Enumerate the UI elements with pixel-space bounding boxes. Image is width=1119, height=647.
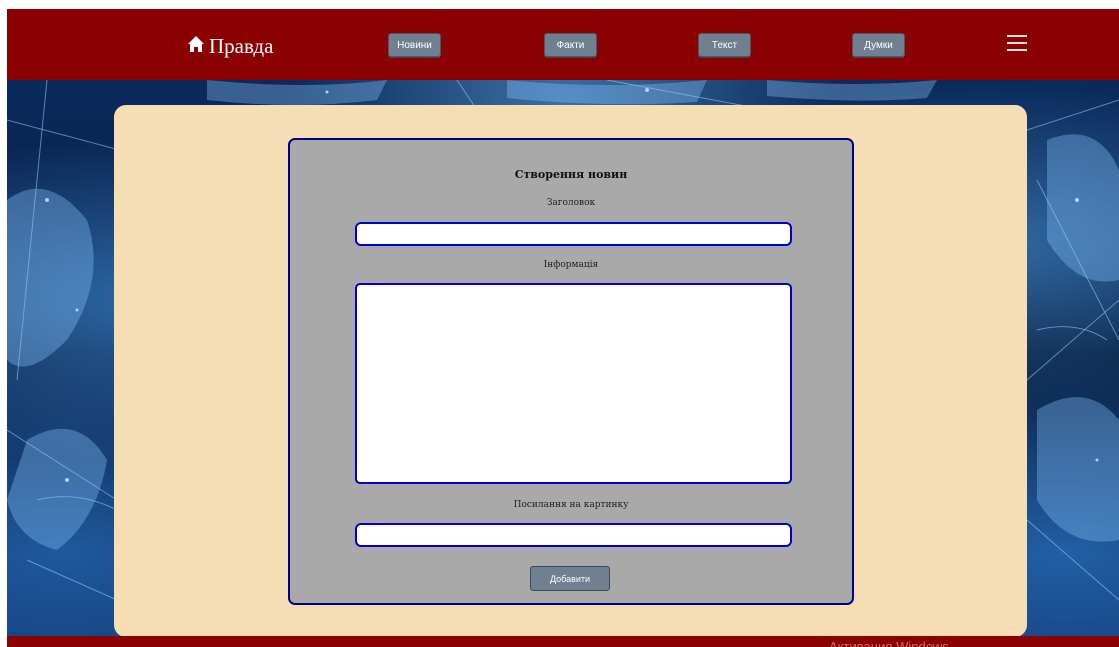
hamburger-menu-icon[interactable]: [1007, 35, 1027, 55]
brand-logo[interactable]: Правда: [187, 33, 273, 59]
headline-input[interactable]: [355, 222, 792, 246]
top-navbar: Правда Новини Факти Текст Думки: [7, 9, 1119, 80]
nav-button-thoughts[interactable]: Думки: [852, 33, 905, 57]
image-link-input[interactable]: [355, 523, 792, 547]
home-icon: [187, 34, 205, 59]
create-news-form: Створення новин Заголовок Інформація Пос…: [288, 138, 854, 605]
content-panel: Створення новин Заголовок Інформація Пос…: [114, 105, 1027, 637]
add-button[interactable]: Добавити: [530, 566, 610, 591]
info-textarea[interactable]: [355, 283, 792, 484]
nav-button-text[interactable]: Текст: [698, 33, 751, 57]
image-link-label: Посилання на картинку: [513, 500, 629, 510]
page: Правда Новини Факти Текст Думки Створенн…: [7, 9, 1119, 647]
info-label: Інформація: [543, 260, 599, 270]
windows-activation-watermark: Активация Windows: [829, 639, 949, 647]
brand-name: Правда: [209, 33, 274, 58]
footer-bar: [7, 636, 1119, 647]
nav-button-news[interactable]: Новини: [388, 33, 441, 57]
nav-button-facts[interactable]: Факти: [544, 33, 597, 57]
headline-label: Заголовок: [546, 198, 596, 208]
form-title: Створення новин: [514, 168, 628, 181]
